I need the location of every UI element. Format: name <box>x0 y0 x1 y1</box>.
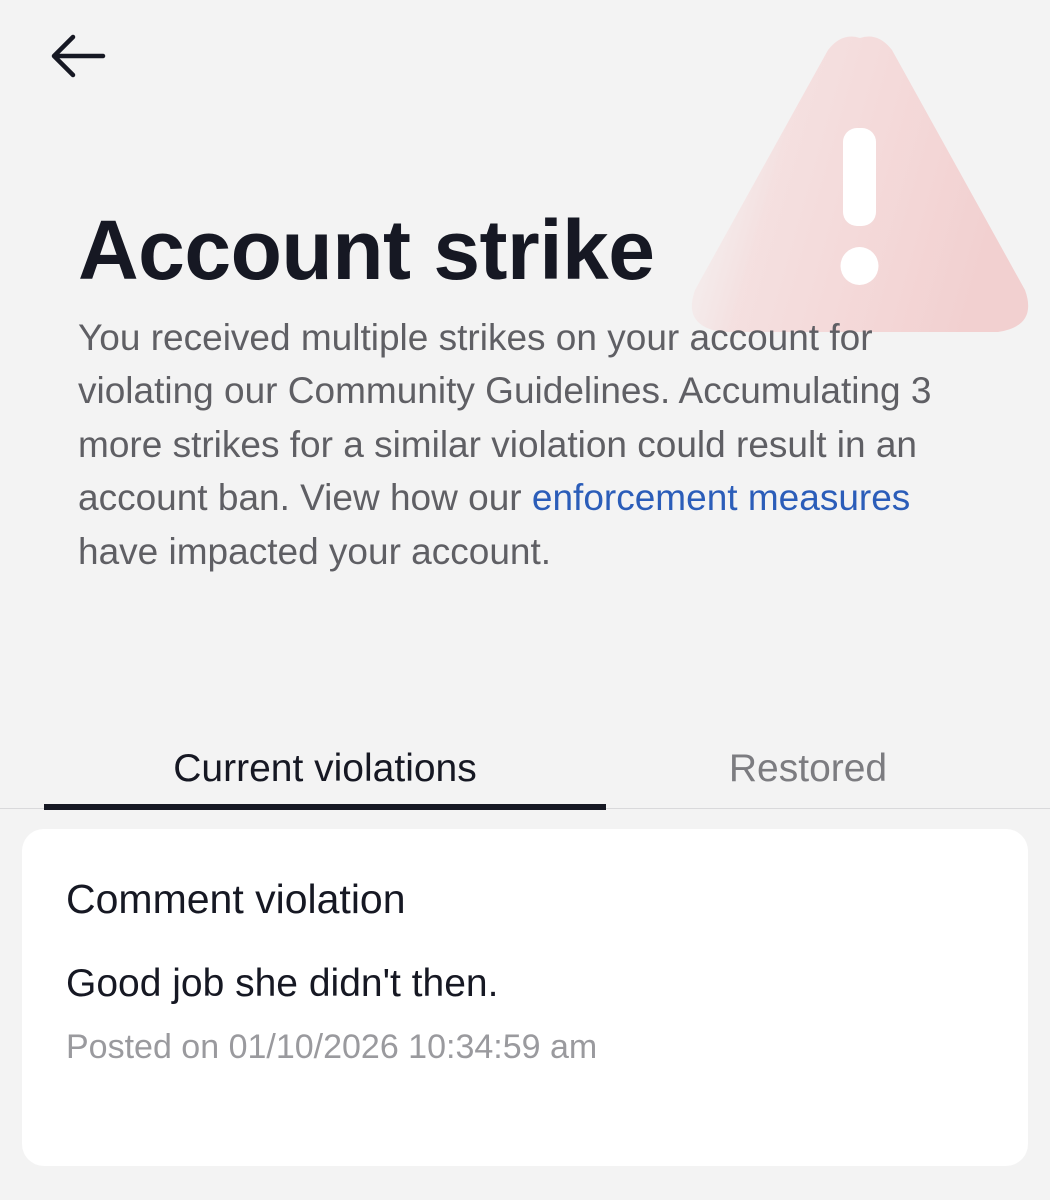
enforcement-measures-link[interactable]: enforcement measures <box>532 477 910 518</box>
violating-comment-text: Good job she didn't then. <box>66 962 499 1005</box>
page-title: Account strike <box>78 203 655 297</box>
posted-timestamp: Posted on 01/10/2026 10:34:59 am <box>66 1028 598 1066</box>
violation-card[interactable]: Comment violation Good job she didn't th… <box>22 829 1028 1166</box>
strike-description: You received multiple strikes on your ac… <box>78 311 958 578</box>
tab-restored[interactable]: Restored <box>606 730 1010 808</box>
violation-type: Comment violation <box>66 876 406 922</box>
tab-current-violations[interactable]: Current violations <box>44 730 606 810</box>
back-button[interactable] <box>44 28 110 84</box>
description-text-end: have impacted your account. <box>78 530 552 572</box>
violation-tabs: Current violations Restored <box>0 730 1050 810</box>
warning-triangle-icon <box>691 36 1029 332</box>
account-strike-screen: Account strike You received multiple str… <box>0 0 1050 1200</box>
arrow-left-icon <box>51 34 106 78</box>
